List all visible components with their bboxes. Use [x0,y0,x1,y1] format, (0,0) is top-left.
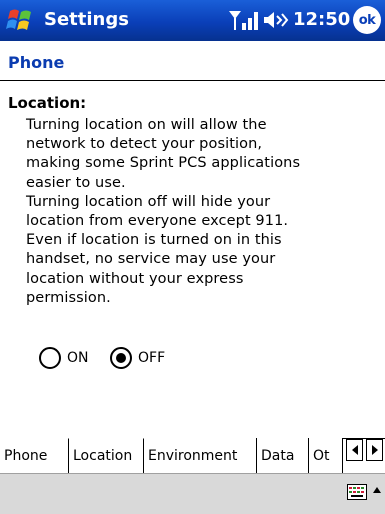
tab-environment[interactable]: Environment [144,438,257,473]
ok-button[interactable]: ok [353,6,381,34]
radio-on-label[interactable]: ON [67,350,89,366]
speaker-volume-icon[interactable] [262,9,290,31]
radio-off-label[interactable]: OFF [138,350,165,366]
tab-location[interactable]: Location [68,438,144,473]
radio-off[interactable]: OFF [110,345,165,371]
app-title: Settings [44,9,129,30]
page-header: Phone [8,53,65,72]
windows-flag-icon[interactable] [4,4,36,36]
tab-scroll-left[interactable] [346,439,363,461]
menu-bar [0,473,385,514]
tab-strip: Phone Location Environment Data Ot [0,438,385,473]
tab-data[interactable]: Data [257,438,309,473]
signal-strength-icon[interactable] [227,7,261,33]
title-bar: Settings 12:50 ok [0,0,385,41]
radio-off-circle[interactable] [110,347,132,369]
location-description: Turning location on will allow the netwo… [26,117,301,306]
arrow-right-icon [371,445,378,455]
tab-scroll-right[interactable] [366,439,383,461]
tab-other[interactable]: Ot [309,438,343,473]
header-divider [0,80,385,81]
keyboard-icon[interactable] [347,484,367,500]
tab-phone[interactable]: Phone [0,438,69,473]
clock[interactable]: 12:50 [293,9,350,30]
section-title: Location: [8,94,87,112]
radio-on[interactable]: ON [39,345,89,371]
radio-on-circle[interactable] [39,347,61,369]
arrow-left-icon [351,445,358,455]
up-arrow-icon[interactable] [372,486,382,494]
